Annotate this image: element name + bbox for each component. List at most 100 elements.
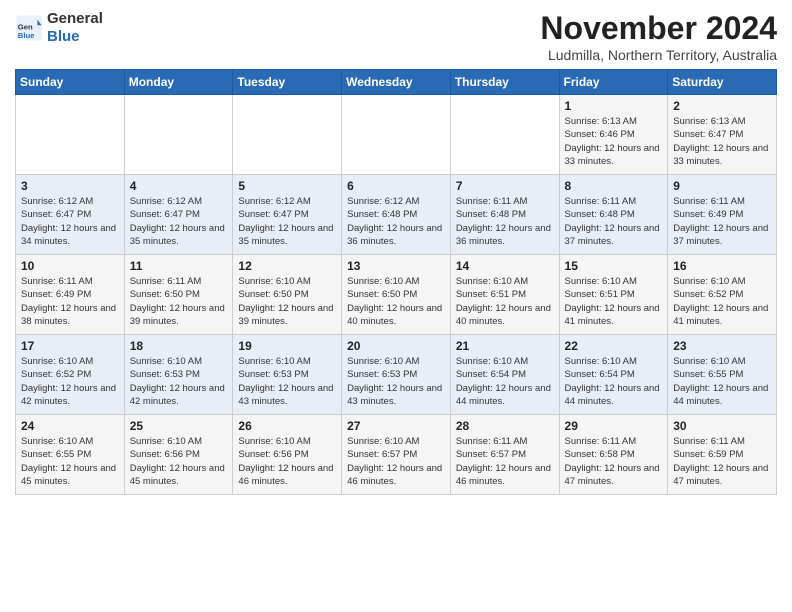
calendar-cell: 25Sunrise: 6:10 AMSunset: 6:56 PMDayligh… xyxy=(124,415,233,495)
day-info: Sunrise: 6:10 AMSunset: 6:57 PMDaylight:… xyxy=(347,435,445,488)
day-number: 18 xyxy=(130,339,228,353)
calendar-cell: 30Sunrise: 6:11 AMSunset: 6:59 PMDayligh… xyxy=(668,415,777,495)
week-row-1: 1Sunrise: 6:13 AMSunset: 6:46 PMDaylight… xyxy=(16,95,777,175)
col-header-sunday: Sunday xyxy=(16,70,125,95)
calendar-cell: 18 Sunrise: 6:10 AMSunset: 6:53 PMDayligh… xyxy=(124,335,233,415)
day-number: 6 xyxy=(347,179,445,193)
day-info: Sunrise: 6:10 AMSunset: 6:56 PMDaylight:… xyxy=(130,435,228,488)
day-info: Sunrise: 6:10 AMSunset: 6:50 PMDaylight:… xyxy=(347,275,445,328)
week-row-2: 3 Sunrise: 6:12 AMSunset: 6:47 PMDaylight… xyxy=(16,175,777,255)
calendar-cell: 16 Sunrise: 6:10 AMSunset: 6:52 PMDayligh… xyxy=(668,255,777,335)
day-info: Sunrise: 6:10 AMSunset: 6:55 PMDaylight:… xyxy=(21,435,119,488)
calendar-cell: 20 Sunrise: 6:10 AMSunset: 6:53 PMDayligh… xyxy=(342,335,451,415)
day-info: Sunrise: 6:10 AMSunset: 6:55 PMDaylight:… xyxy=(673,355,771,408)
day-number: 2 xyxy=(673,99,771,113)
day-number: 20 xyxy=(347,339,445,353)
col-header-wednesday: Wednesday xyxy=(342,70,451,95)
logo-general: General xyxy=(47,10,103,27)
calendar-cell: 10Sunrise: 6:11 AMSunset: 6:49 PMDayligh… xyxy=(16,255,125,335)
day-info: Sunrise: 6:11 AMSunset: 6:59 PMDaylight:… xyxy=(673,435,771,488)
day-info: Sunrise: 6:10 AMSunset: 6:51 PMDaylight:… xyxy=(456,275,554,328)
calendar-cell: 24 Sunrise: 6:10 AMSunset: 6:55 PMDayligh… xyxy=(16,415,125,495)
col-header-tuesday: Tuesday xyxy=(233,70,342,95)
day-number: 16 xyxy=(673,259,771,273)
week-row-5: 24 Sunrise: 6:10 AMSunset: 6:55 PMDayligh… xyxy=(16,415,777,495)
day-info: Sunrise: 6:11 AMSunset: 6:49 PMDaylight:… xyxy=(21,275,119,328)
calendar-cell: 5 Sunrise: 6:12 AMSunset: 6:47 PMDaylight… xyxy=(233,175,342,255)
day-number: 17 xyxy=(21,339,119,353)
day-number: 5 xyxy=(238,179,336,193)
day-number: 1 xyxy=(565,99,663,113)
calendar-cell: 12 Sunrise: 6:10 AMSunset: 6:50 PMDayligh… xyxy=(233,255,342,335)
calendar-cell: 1Sunrise: 6:13 AMSunset: 6:46 PMDaylight… xyxy=(559,95,668,175)
day-number: 15 xyxy=(565,259,663,273)
calendar-cell xyxy=(16,95,125,175)
col-header-friday: Friday xyxy=(559,70,668,95)
calendar-cell: 19 Sunrise: 6:10 AMSunset: 6:53 PMDayligh… xyxy=(233,335,342,415)
header-row: SundayMondayTuesdayWednesdayThursdayFrid… xyxy=(16,70,777,95)
logo-text: General Blue xyxy=(47,10,103,46)
day-info: Sunrise: 6:11 AMSunset: 6:48 PMDaylight:… xyxy=(565,195,663,248)
location: Ludmilla, Northern Territory, Australia xyxy=(540,47,777,63)
day-number: 28 xyxy=(456,419,554,433)
calendar-cell: 2 Sunrise: 6:13 AMSunset: 6:47 PMDaylight… xyxy=(668,95,777,175)
calendar-cell xyxy=(124,95,233,175)
calendar-cell: 13Sunrise: 6:10 AMSunset: 6:50 PMDayligh… xyxy=(342,255,451,335)
calendar-cell: 4 Sunrise: 6:12 AMSunset: 6:47 PMDaylight… xyxy=(124,175,233,255)
day-info: Sunrise: 6:10 AMSunset: 6:50 PMDaylight:… xyxy=(238,275,336,328)
day-info: Sunrise: 6:10 AMSunset: 6:52 PMDaylight:… xyxy=(21,355,119,408)
day-info: Sunrise: 6:10 AMSunset: 6:54 PMDaylight:… xyxy=(456,355,554,408)
col-header-saturday: Saturday xyxy=(668,70,777,95)
calendar-table: SundayMondayTuesdayWednesdayThursdayFrid… xyxy=(15,69,777,495)
calendar-cell: 21 Sunrise: 6:10 AMSunset: 6:54 PMDayligh… xyxy=(450,335,559,415)
calendar-body: 1Sunrise: 6:13 AMSunset: 6:46 PMDaylight… xyxy=(16,95,777,495)
day-info: Sunrise: 6:10 AMSunset: 6:53 PMDaylight:… xyxy=(347,355,445,408)
day-number: 14 xyxy=(456,259,554,273)
day-info: Sunrise: 6:10 AMSunset: 6:52 PMDaylight:… xyxy=(673,275,771,328)
logo-blue: Blue xyxy=(47,28,80,45)
day-info: Sunrise: 6:12 AMSunset: 6:47 PMDaylight:… xyxy=(238,195,336,248)
day-info: Sunrise: 6:13 AMSunset: 6:47 PMDaylight:… xyxy=(673,115,771,168)
day-info: Sunrise: 6:12 AMSunset: 6:47 PMDaylight:… xyxy=(130,195,228,248)
day-info: Sunrise: 6:10 AMSunset: 6:56 PMDaylight:… xyxy=(238,435,336,488)
calendar-cell: 6 Sunrise: 6:12 AMSunset: 6:48 PMDaylight… xyxy=(342,175,451,255)
calendar-cell: 26 Sunrise: 6:10 AMSunset: 6:56 PMDayligh… xyxy=(233,415,342,495)
calendar-cell: 23Sunrise: 6:10 AMSunset: 6:55 PMDayligh… xyxy=(668,335,777,415)
svg-text:Gen: Gen xyxy=(18,22,33,31)
day-number: 19 xyxy=(238,339,336,353)
day-info: Sunrise: 6:10 AMSunset: 6:53 PMDaylight:… xyxy=(238,355,336,408)
calendar-cell: 22Sunrise: 6:10 AMSunset: 6:54 PMDayligh… xyxy=(559,335,668,415)
calendar-cell: 11 Sunrise: 6:11 AMSunset: 6:50 PMDayligh… xyxy=(124,255,233,335)
svg-text:Blue: Blue xyxy=(18,31,35,40)
day-number: 26 xyxy=(238,419,336,433)
week-row-3: 10Sunrise: 6:11 AMSunset: 6:49 PMDayligh… xyxy=(16,255,777,335)
calendar-cell: 3 Sunrise: 6:12 AMSunset: 6:47 PMDaylight… xyxy=(16,175,125,255)
page-header: Gen Blue General Blue November 2024 Ludm… xyxy=(15,10,777,63)
col-header-thursday: Thursday xyxy=(450,70,559,95)
day-info: Sunrise: 6:12 AMSunset: 6:47 PMDaylight:… xyxy=(21,195,119,248)
day-number: 22 xyxy=(565,339,663,353)
calendar-cell: 7 Sunrise: 6:11 AMSunset: 6:48 PMDaylight… xyxy=(450,175,559,255)
day-info: Sunrise: 6:11 AMSunset: 6:57 PMDaylight:… xyxy=(456,435,554,488)
calendar-cell: 15 Sunrise: 6:10 AMSunset: 6:51 PMDayligh… xyxy=(559,255,668,335)
logo: Gen Blue General Blue xyxy=(15,10,103,46)
day-number: 3 xyxy=(21,179,119,193)
calendar-cell xyxy=(342,95,451,175)
calendar-cell xyxy=(450,95,559,175)
day-info: Sunrise: 6:11 AMSunset: 6:58 PMDaylight:… xyxy=(565,435,663,488)
day-number: 11 xyxy=(130,259,228,273)
day-info: Sunrise: 6:10 AMSunset: 6:53 PMDaylight:… xyxy=(130,355,228,408)
calendar-cell: 27Sunrise: 6:10 AMSunset: 6:57 PMDayligh… xyxy=(342,415,451,495)
logo-icon: Gen Blue xyxy=(15,14,43,42)
day-number: 9 xyxy=(673,179,771,193)
day-number: 7 xyxy=(456,179,554,193)
day-info: Sunrise: 6:11 AMSunset: 6:49 PMDaylight:… xyxy=(673,195,771,248)
day-number: 24 xyxy=(21,419,119,433)
day-info: Sunrise: 6:11 AMSunset: 6:50 PMDaylight:… xyxy=(130,275,228,328)
day-info: Sunrise: 6:12 AMSunset: 6:48 PMDaylight:… xyxy=(347,195,445,248)
day-info: Sunrise: 6:11 AMSunset: 6:48 PMDaylight:… xyxy=(456,195,554,248)
day-info: Sunrise: 6:10 AMSunset: 6:51 PMDaylight:… xyxy=(565,275,663,328)
day-number: 21 xyxy=(456,339,554,353)
day-number: 4 xyxy=(130,179,228,193)
day-number: 12 xyxy=(238,259,336,273)
